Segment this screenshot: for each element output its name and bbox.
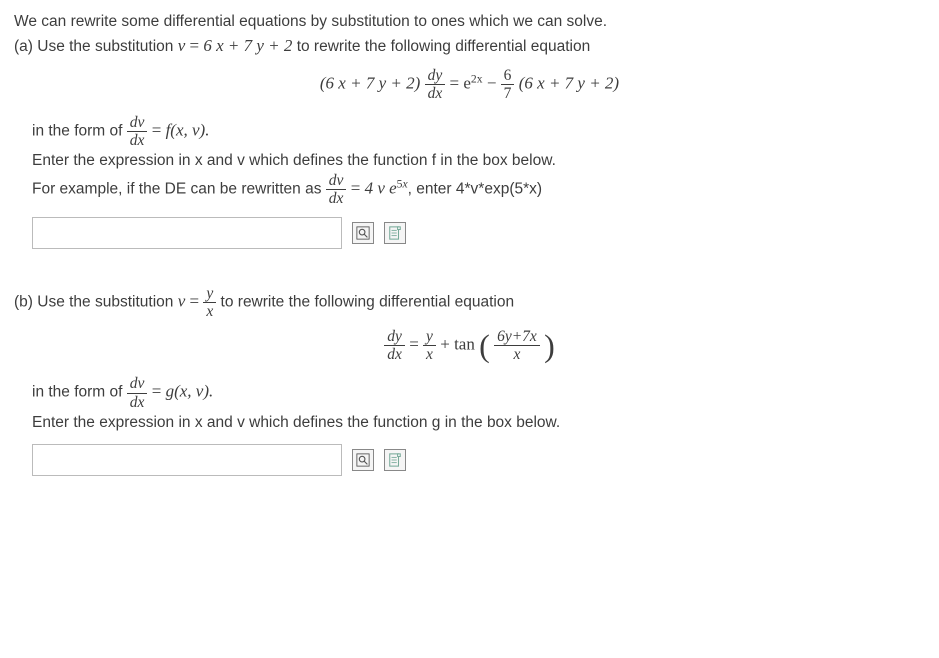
- eq-a-exp: 2x: [471, 72, 483, 85]
- eq-a-67-den: 7: [501, 85, 515, 102]
- sub-rhs: 6 x + 7 y + 2: [203, 36, 292, 55]
- eq-b-if-den: x: [494, 346, 540, 363]
- eq-a-den: dx: [425, 85, 446, 102]
- eq-b-den: dx: [384, 346, 405, 363]
- eq-b-if-num: 6y+7x: [494, 328, 540, 346]
- form-a-prefix: in the form of: [32, 122, 127, 139]
- form-b-eq: =: [152, 382, 166, 401]
- ex-a-eq: =: [351, 179, 365, 198]
- eq-b-yx: y x: [423, 328, 436, 363]
- form-a-fn: f(x, v).: [166, 120, 210, 139]
- answer-input-b[interactable]: [32, 444, 342, 476]
- sub-b-eq: =: [185, 292, 203, 311]
- form-b-num: dv: [127, 375, 148, 393]
- sub-b-num: y: [203, 285, 216, 303]
- part-a-prompt: (a) Use the substitution v = 6 x + 7 y +…: [14, 33, 925, 59]
- part-b-prefix: (b) Use the substitution: [14, 294, 178, 311]
- help-icon[interactable]: [384, 449, 406, 471]
- part-b-form: in the form of dv dx = g(x, v).: [32, 375, 925, 410]
- eq-b-plus-tan: + tan: [440, 335, 479, 354]
- eq-a-tail: (6 x + 7 y + 2): [519, 73, 619, 92]
- part-a: (a) Use the substitution v = 6 x + 7 y +…: [14, 33, 925, 249]
- eq-a-minus: −: [487, 73, 501, 92]
- ex-a-suffix: , enter 4*v*exp(5*x): [408, 181, 542, 198]
- part-b-suffix: to rewrite the following differential eq…: [221, 294, 515, 311]
- sub-eq: =: [185, 36, 203, 55]
- ex-a-den: dx: [326, 190, 347, 207]
- form-b-prefix: in the form of: [32, 384, 127, 401]
- eq-a-frac67: 6 7: [501, 67, 515, 102]
- part-b-equation: dy dx = y x + tan ( 6y+7x x ): [14, 328, 925, 363]
- eq-a-num: dy: [425, 67, 446, 85]
- eq-b-innerfrac: 6y+7x x: [494, 328, 540, 363]
- part-a-suffix: to rewrite the following differential eq…: [292, 38, 590, 55]
- eq-a-equals: =: [450, 73, 464, 92]
- form-b-fn: g(x, v).: [166, 382, 214, 401]
- part-b-input-row: [32, 444, 925, 476]
- form-a-frac: dv dx: [127, 114, 148, 149]
- part-a-prefix: (a) Use the substitution: [14, 38, 178, 55]
- answer-input-a[interactable]: [32, 217, 342, 249]
- form-a-den: dx: [127, 132, 148, 149]
- eq-a-dy-dx: dy dx: [425, 67, 446, 102]
- ex-a-exp: 5x: [397, 178, 408, 191]
- eq-b-yx-den: x: [423, 346, 436, 363]
- preview-icon[interactable]: [352, 449, 374, 471]
- preview-icon[interactable]: [352, 222, 374, 244]
- form-a-eq: =: [152, 120, 166, 139]
- part-b-instr-text: Enter the expression in x and v which de…: [32, 414, 560, 431]
- ex-a-prefix: For example, if the DE can be rewritten …: [32, 181, 326, 198]
- intro-text: We can rewrite some differential equatio…: [14, 10, 925, 33]
- form-b-frac: dv dx: [127, 375, 148, 410]
- part-b-instr: Enter the expression in x and v which de…: [32, 411, 925, 434]
- part-a-instr: Enter the expression in x and v which de…: [32, 149, 925, 172]
- part-a-form: in the form of dv dx = f(x, v).: [32, 114, 925, 149]
- help-icon[interactable]: [384, 222, 406, 244]
- eq-b-eq: =: [409, 335, 423, 354]
- eq-b-dydx: dy dx: [384, 328, 405, 363]
- eq-a-67-num: 6: [501, 67, 515, 85]
- ex-a-num: dv: [326, 172, 347, 190]
- part-a-instr-text: Enter the expression in x and v which de…: [32, 152, 556, 169]
- eq-b-yx-num: y: [423, 328, 436, 346]
- part-b: (b) Use the substitution v = y x to rewr…: [14, 285, 925, 476]
- ex-a-rhs: 4 v e: [365, 179, 397, 198]
- part-a-example: For example, if the DE can be rewritten …: [32, 172, 925, 207]
- form-b-den: dx: [127, 394, 148, 411]
- eq-b-num: dy: [384, 328, 405, 346]
- part-a-input-row: [32, 217, 925, 249]
- rparen-icon: ): [544, 328, 555, 364]
- part-a-equation: (6 x + 7 y + 2) dy dx = e2x − 6 7 (6 x +…: [14, 67, 925, 102]
- ex-a-frac: dv dx: [326, 172, 347, 207]
- form-a-num: dv: [127, 114, 148, 132]
- eq-a-factor: (6 x + 7 y + 2): [320, 73, 420, 92]
- eq-a-e: e: [463, 73, 471, 92]
- lparen-icon: (: [479, 328, 490, 364]
- sub-b-frac: y x: [203, 285, 216, 320]
- part-b-prompt: (b) Use the substitution v = y x to rewr…: [14, 285, 925, 320]
- sub-b-den: x: [203, 303, 216, 320]
